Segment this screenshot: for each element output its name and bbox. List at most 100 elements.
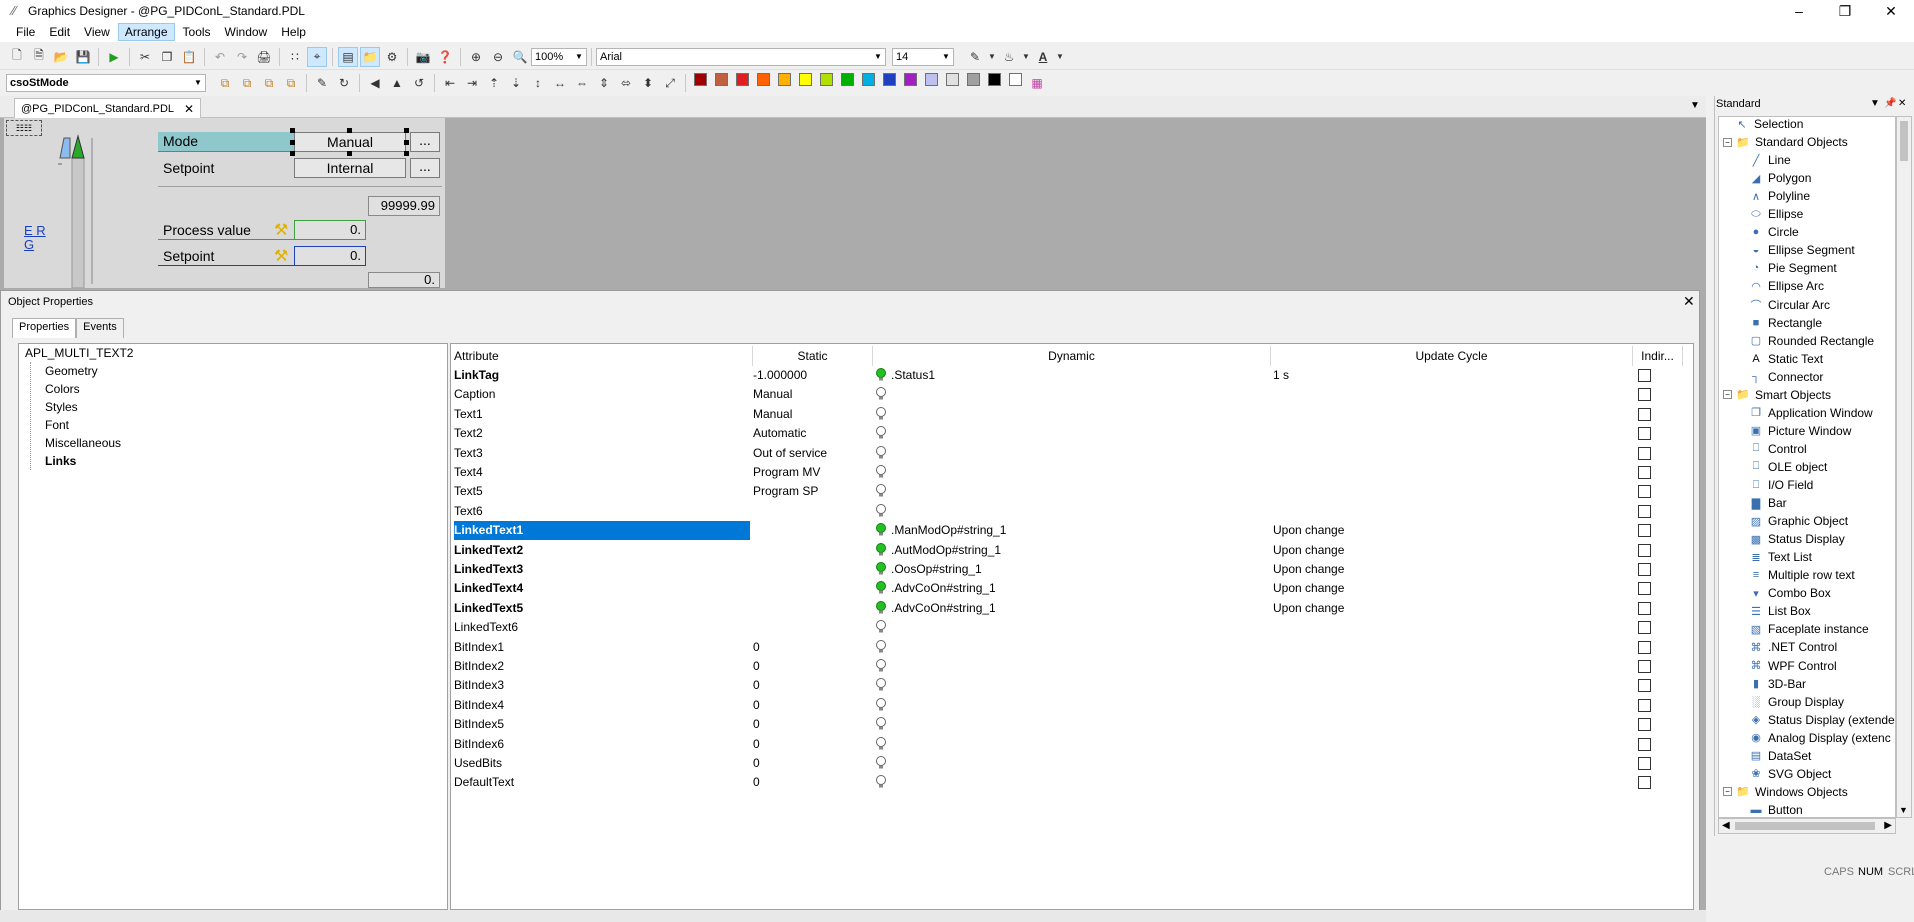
dynamic-bulb-icon[interactable] bbox=[873, 754, 889, 773]
dynamic-cell[interactable]: .ManModOp#string_1 bbox=[891, 521, 1269, 540]
panel-item-rectangle[interactable]: ■ Rectangle bbox=[1749, 314, 1822, 332]
rotate-90-icon[interactable]: ↺ bbox=[409, 73, 429, 93]
palette-swatch[interactable] bbox=[841, 73, 854, 86]
panel-item-graphic-object[interactable]: ▨ Graphic Object bbox=[1749, 512, 1848, 530]
table-row[interactable]: LinkedText5 .AdvCoOn#string_1 Upon change bbox=[451, 599, 1691, 618]
document-tab[interactable]: @PG_PIDConL_Standard.PDL ✕ bbox=[14, 98, 202, 118]
cut-icon[interactable]: ✂ bbox=[135, 47, 155, 67]
tree-node-miscellaneous[interactable]: Miscellaneous bbox=[45, 436, 121, 450]
selection-handle[interactable] bbox=[290, 128, 295, 133]
tab-properties[interactable]: Properties bbox=[12, 318, 77, 338]
send-to-back-icon[interactable]: ⧉ bbox=[237, 73, 257, 93]
table-row[interactable]: BitIndex1 0 bbox=[451, 638, 1691, 657]
grid-icon[interactable]: ∷ bbox=[285, 47, 305, 67]
column-header-update-cycle[interactable]: Update Cycle bbox=[1271, 346, 1633, 366]
indirect-checkbox[interactable] bbox=[1638, 504, 1651, 518]
font-name-combo[interactable]: Arial ▼ bbox=[596, 47, 886, 66]
tab-events[interactable]: Events bbox=[76, 318, 124, 338]
palette-swatch[interactable] bbox=[694, 73, 707, 86]
table-row[interactable]: LinkedText1 .ManModOp#string_1 Upon change bbox=[451, 521, 1691, 541]
spread-vertical-icon[interactable]: ⇕ bbox=[594, 73, 614, 93]
setpoint-button[interactable]: Internal bbox=[294, 158, 406, 178]
dynamic-bulb-icon[interactable] bbox=[873, 735, 889, 754]
tree-node-colors[interactable]: Colors bbox=[45, 382, 80, 396]
update-cycle-cell[interactable] bbox=[1273, 773, 1633, 792]
bar-graphic[interactable] bbox=[58, 134, 98, 289]
dynamic-bulb-icon[interactable] bbox=[873, 366, 889, 385]
dynamic-bulb-icon[interactable] bbox=[873, 541, 889, 560]
update-cycle-cell[interactable] bbox=[1273, 444, 1633, 463]
undo-icon[interactable]: ↶ bbox=[210, 47, 230, 67]
static-cell[interactable]: Program SP bbox=[753, 482, 871, 501]
close-panel-icon[interactable]: ✕ bbox=[1898, 98, 1906, 109]
table-row[interactable]: LinkedText6 bbox=[451, 618, 1691, 637]
attribute-cell[interactable]: Text2 bbox=[454, 424, 750, 443]
indirect-checkbox[interactable] bbox=[1638, 621, 1651, 635]
indirect-checkbox[interactable] bbox=[1638, 640, 1651, 654]
attribute-cell[interactable]: BitIndex3 bbox=[454, 676, 750, 695]
indirect-checkbox[interactable] bbox=[1638, 388, 1651, 402]
more-colors-icon[interactable]: ▦ bbox=[1027, 73, 1047, 93]
dynamic-cell[interactable]: .Status1 bbox=[891, 366, 1269, 385]
menu-edit[interactable]: Edit bbox=[43, 24, 76, 40]
dynamic-bulb-icon[interactable] bbox=[873, 618, 889, 637]
dynamic-bulb-icon[interactable] bbox=[873, 424, 889, 443]
table-row[interactable]: Text3 Out of service bbox=[451, 444, 1691, 463]
dynamic-cell[interactable] bbox=[891, 463, 1269, 482]
table-row[interactable]: Text1 Manual bbox=[451, 405, 1691, 424]
static-cell[interactable] bbox=[753, 618, 871, 637]
attribute-cell[interactable]: Text6 bbox=[454, 502, 750, 521]
update-cycle-cell[interactable] bbox=[1273, 676, 1633, 695]
dynamic-cell[interactable] bbox=[891, 676, 1269, 695]
static-cell[interactable]: 0 bbox=[753, 696, 871, 715]
static-cell[interactable] bbox=[753, 521, 871, 540]
tree-node-font[interactable]: Font bbox=[45, 418, 69, 432]
static-cell[interactable] bbox=[753, 541, 871, 560]
panel-item-connector[interactable]: ┐ Connector bbox=[1749, 368, 1823, 386]
dynamic-bulb-icon[interactable] bbox=[873, 676, 889, 695]
dynamic-bulb-icon[interactable] bbox=[873, 463, 889, 482]
open-icon[interactable]: 📂 bbox=[51, 47, 71, 67]
indirect-checkbox[interactable] bbox=[1638, 407, 1651, 421]
selection-handle[interactable] bbox=[347, 128, 352, 133]
selection-handle[interactable] bbox=[404, 140, 409, 145]
same-width-icon[interactable]: ⬄ bbox=[616, 73, 636, 93]
update-cycle-cell[interactable] bbox=[1273, 482, 1633, 501]
panel-item-status-display-extende[interactable]: ◈ Status Display (extende bbox=[1749, 711, 1895, 729]
tree-node-links[interactable]: Links bbox=[45, 454, 76, 468]
minimize-button[interactable]: – bbox=[1776, 0, 1822, 22]
canvas-object-icon[interactable]: ☷☷ bbox=[6, 120, 42, 136]
indirect-checkbox[interactable] bbox=[1638, 776, 1651, 790]
dynamic-cell[interactable] bbox=[891, 638, 1269, 657]
table-row[interactable]: Caption Manual bbox=[451, 385, 1691, 404]
attribute-cell[interactable]: BitIndex2 bbox=[454, 657, 750, 676]
tree-node-geometry[interactable]: Geometry bbox=[45, 364, 98, 378]
static-cell[interactable]: 0 bbox=[753, 754, 871, 773]
attribute-cell[interactable]: LinkedText3 bbox=[454, 560, 750, 579]
center-horizontal-icon[interactable]: ↕ bbox=[528, 73, 548, 93]
panel-item-button[interactable]: ▬ Button bbox=[1749, 801, 1803, 817]
panel-item-static-text[interactable]: A Static Text bbox=[1749, 350, 1823, 368]
dynamic-cell[interactable] bbox=[891, 444, 1269, 463]
close-properties-icon[interactable]: ✕ bbox=[1683, 293, 1695, 310]
fill-color-icon[interactable]: ♨ bbox=[999, 47, 1019, 67]
scroll-right-icon[interactable]: ▶ bbox=[1884, 820, 1892, 831]
collapse-icon[interactable]: − bbox=[1723, 787, 1732, 797]
selection-handle[interactable] bbox=[290, 140, 295, 145]
static-cell[interactable]: 0 bbox=[753, 715, 871, 734]
tabs-dropdown-icon[interactable]: ▼ bbox=[1690, 100, 1700, 111]
panel-item-windows-objects[interactable]: − 📁 Windows Objects bbox=[1723, 783, 1848, 801]
menu-arrange[interactable]: Arrange bbox=[117, 23, 175, 41]
update-cycle-cell[interactable] bbox=[1273, 463, 1633, 482]
static-cell[interactable]: 0 bbox=[753, 657, 871, 676]
copy-icon[interactable]: ❐ bbox=[157, 47, 177, 67]
column-header-dynamic[interactable]: Dynamic bbox=[873, 346, 1271, 366]
dynamic-cell[interactable] bbox=[891, 715, 1269, 734]
same-height-icon[interactable]: ⬍ bbox=[638, 73, 658, 93]
redo-icon[interactable]: ↷ bbox=[232, 47, 252, 67]
zoom-out-icon[interactable]: ⊖ bbox=[488, 47, 508, 67]
palette-swatch[interactable] bbox=[757, 73, 770, 86]
align-bottom-icon[interactable]: ⇣ bbox=[506, 73, 526, 93]
indirect-checkbox[interactable] bbox=[1638, 660, 1651, 673]
update-cycle-cell[interactable] bbox=[1273, 618, 1633, 637]
